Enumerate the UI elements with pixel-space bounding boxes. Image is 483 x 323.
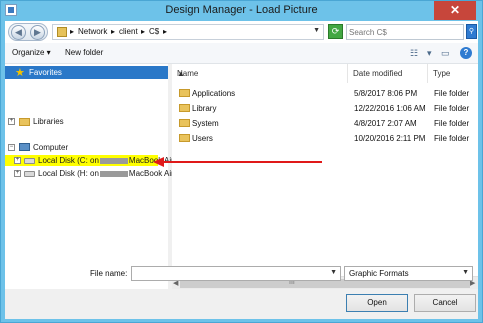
nav-item-computer[interactable]: − Computer (5, 141, 168, 154)
view-dropdown-icon[interactable]: ▾ (427, 48, 432, 59)
collapse-icon[interactable]: − (8, 144, 15, 151)
file-type: File folder (434, 134, 470, 143)
file-name: Applications (192, 89, 236, 98)
nav-item-label: Favorites (29, 68, 62, 77)
view-options-icon[interactable]: ☷ (410, 48, 418, 59)
file-row[interactable]: Library 12/22/2016 1:06 AM File folder (172, 101, 478, 115)
window-title: Design Manager - Load Picture (165, 4, 318, 16)
annotation-arrowhead (153, 157, 164, 167)
nav-item-local-disk-c[interactable]: + Local Disk (C: on MacBook Air) (5, 154, 177, 167)
computer-icon (19, 143, 30, 151)
cancel-button[interactable]: Cancel (414, 294, 476, 312)
file-name: Library (192, 104, 217, 113)
filter-dropdown-icon[interactable]: ▼ (462, 269, 469, 276)
file-name: System (192, 119, 219, 128)
nav-item-libraries[interactable]: + Libraries (5, 115, 168, 128)
address-bar[interactable]: ▸ Network ▸ client ▸ C$ ▸ ▼ (52, 24, 324, 40)
organize-button[interactable]: Organize ▾ (12, 48, 51, 57)
preview-pane-icon[interactable]: ▭ (441, 48, 450, 59)
file-name-dropdown-icon[interactable]: ▼ (330, 269, 337, 276)
address-dropdown-icon[interactable]: ▼ (313, 27, 320, 34)
nav-item-label: Libraries (33, 117, 64, 126)
file-row[interactable]: Users 10/20/2016 2:11 PM File folder (172, 131, 478, 145)
folder-icon (179, 134, 190, 142)
back-arrow-icon[interactable]: ◀ (11, 25, 26, 40)
refresh-icon[interactable]: ⟳ (328, 24, 343, 39)
file-date: 12/22/2016 1:06 AM (354, 104, 426, 113)
dialog-body: ◀ ▶ ▸ Network ▸ client ▸ C$ ▸ ▼ ⟳ ⚲ Orga… (5, 21, 478, 319)
address-row: ◀ ▶ ▸ Network ▸ client ▸ C$ ▸ ▼ ⟳ ⚲ (5, 21, 478, 43)
drive-icon (24, 158, 35, 164)
navigation-buttons: ◀ ▶ (8, 23, 48, 41)
file-type: File folder (434, 119, 470, 128)
file-name: Users (192, 134, 213, 143)
file-type: File folder (434, 89, 470, 98)
breadcrumb-network[interactable]: Network (78, 27, 107, 36)
nav-item-label: Computer (33, 143, 69, 152)
network-folder-icon (57, 27, 67, 37)
expand-icon[interactable]: + (8, 118, 15, 125)
filter-value: Graphic Formats (349, 269, 409, 278)
folder-icon (179, 89, 190, 97)
file-row[interactable]: Applications 5/8/2017 8:06 PM File folde… (172, 86, 478, 100)
drive-icon (24, 171, 35, 177)
search-box[interactable] (346, 24, 464, 40)
crumb-separator: ▸ (141, 27, 146, 36)
column-header-type[interactable]: Type (428, 64, 478, 83)
breadcrumb-c-share[interactable]: C$ (149, 27, 159, 36)
command-bar: Organize ▾ New folder ☷ ▾ ▭ ? (5, 43, 478, 64)
redaction-bar (99, 157, 128, 164)
navigation-pane: ★ Favorites + Libraries − Computer + Loc… (5, 64, 177, 289)
expand-icon[interactable]: + (14, 157, 21, 164)
column-header-name[interactable]: Name ▲ (172, 64, 348, 83)
star-icon: ★ (15, 67, 25, 79)
crumb-separator: ▸ (70, 27, 75, 36)
search-icon[interactable]: ⚲ (466, 24, 477, 39)
search-input[interactable] (349, 26, 445, 38)
folder-icon (179, 119, 190, 127)
forward-arrow-icon[interactable]: ▶ (30, 25, 45, 40)
file-type: File folder (434, 104, 470, 113)
load-picture-dialog: Design Manager - Load Picture ✕ ◀ ▶ ▸ Ne… (0, 0, 483, 323)
folder-icon (179, 104, 190, 112)
file-date: 10/20/2016 2:11 PM (354, 134, 426, 143)
libraries-icon (19, 118, 30, 126)
file-list: Name ▲ Date modified Type Applications 5… (172, 64, 478, 289)
file-date: 4/8/2017 2:07 AM (354, 119, 417, 128)
file-name-label: File name: (90, 269, 128, 278)
sort-ascending-icon: ▲ (177, 69, 185, 78)
file-row[interactable]: System 4/8/2017 2:07 AM File folder (172, 116, 478, 130)
new-folder-button[interactable]: New folder (65, 48, 103, 57)
breadcrumb-client[interactable]: client (119, 27, 138, 36)
file-name-input[interactable]: ▼ (131, 266, 341, 281)
file-date: 5/8/2017 8:06 PM (354, 89, 418, 98)
column-header-date[interactable]: Date modified (348, 64, 428, 83)
file-type-filter[interactable]: Graphic Formats ▼ (344, 266, 473, 281)
annotation-arrow (155, 161, 322, 163)
close-button[interactable]: ✕ (434, 1, 476, 20)
crumb-separator: ▸ (163, 27, 168, 36)
nav-item-local-disk-h[interactable]: + Local Disk (H: on MacBook Air) (5, 167, 177, 180)
nav-item-label: Local Disk (H: on MacBook Air) (38, 169, 177, 178)
help-icon[interactable]: ? (460, 47, 472, 59)
open-button[interactable]: Open (346, 294, 408, 312)
nav-item-favorites[interactable]: ★ Favorites (5, 66, 168, 79)
expand-icon[interactable]: + (14, 170, 21, 177)
title-bar[interactable]: Design Manager - Load Picture ✕ (1, 1, 482, 21)
redaction-bar (99, 170, 128, 177)
crumb-separator: ▸ (111, 27, 116, 36)
